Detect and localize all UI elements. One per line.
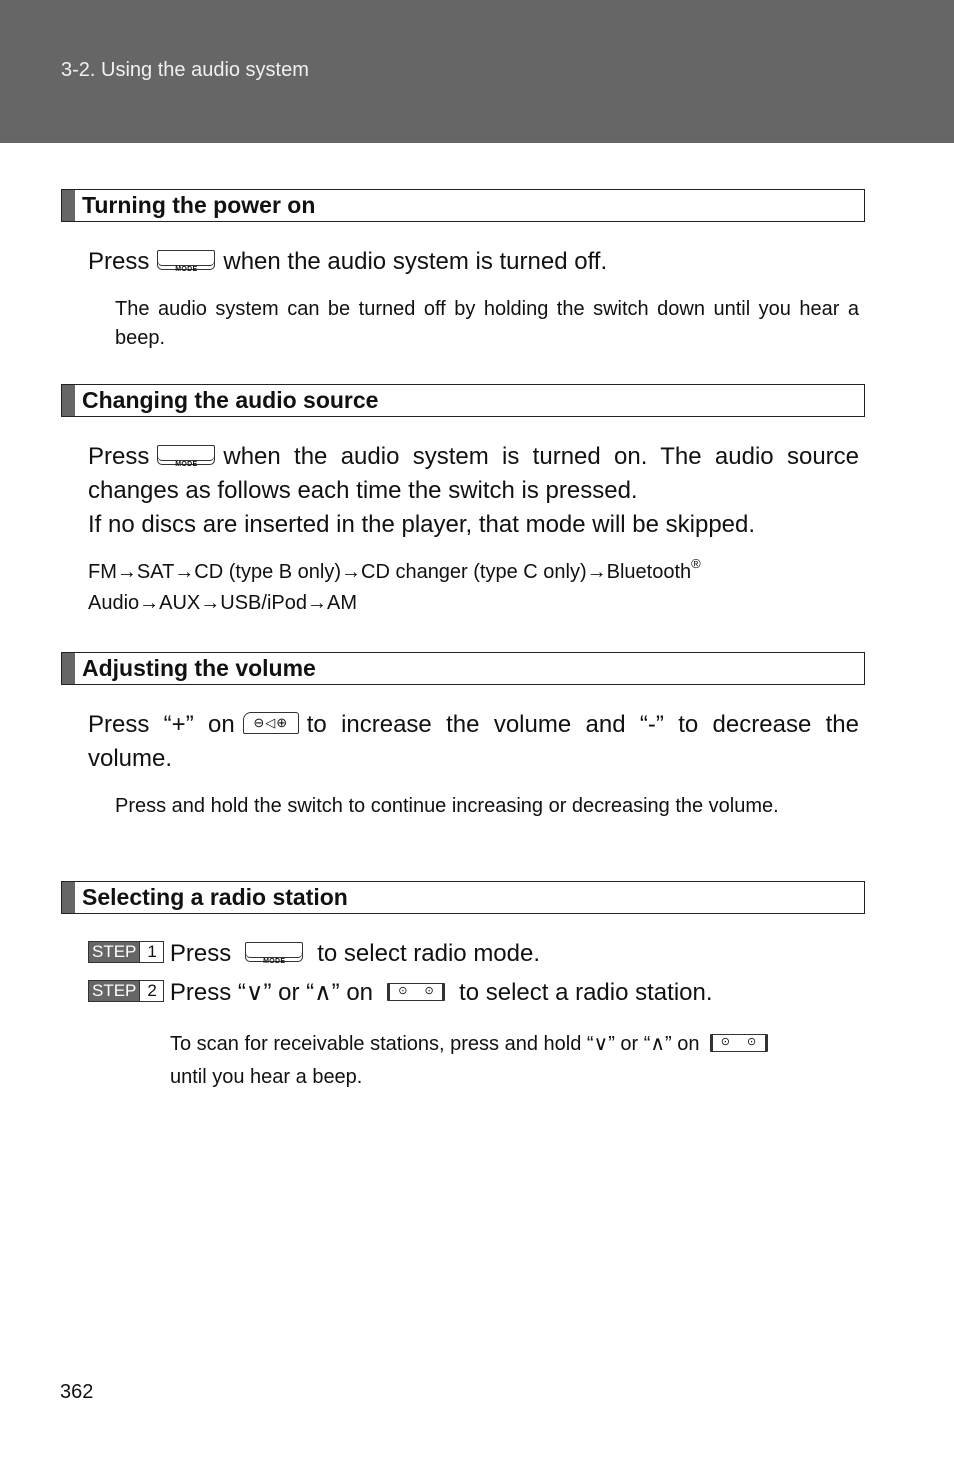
step-1: STEP 1 Press MODE to select radio mode. xyxy=(88,937,540,971)
page-number: 362 xyxy=(60,1381,94,1403)
section-heading-power: Turning the power on xyxy=(61,189,865,222)
skip-note: If no discs are inserted in the player, … xyxy=(88,511,756,538)
section-heading-radio: Selecting a radio station xyxy=(61,881,865,914)
heading-bar xyxy=(62,190,75,221)
section-heading-volume: Adjusting the volume xyxy=(61,652,865,685)
seek-switch-icon: ⊙ ⊙ xyxy=(709,1033,768,1052)
header-bar: 3-2. Using the audio system xyxy=(0,0,954,143)
step-badge: STEP 1 xyxy=(88,940,164,963)
power-note: The audio system can be turned off by ho… xyxy=(115,298,859,349)
heading-bar xyxy=(62,653,75,684)
volume-switch-icon: ⊖◁⊕ xyxy=(242,711,299,734)
scan-note: To scan for receivable stations, press a… xyxy=(170,1028,860,1094)
section-heading-source: Changing the audio source xyxy=(61,384,865,417)
power-instruction: Press MODE when the audio system is turned… xyxy=(88,248,608,275)
source-instruction: Press MODE when the audio system is turned… xyxy=(88,443,859,538)
mode-button-icon: MODE xyxy=(157,249,216,273)
volume-note: Press and hold the switch to continue in… xyxy=(115,795,779,817)
chapter-title: 3-2. Using the audio system xyxy=(61,59,309,81)
section-title: Changing the audio source xyxy=(82,387,379,413)
volume-instruction: Press “+” on ⊖◁⊕ to increase the volume an… xyxy=(88,711,859,772)
mode-button-icon: MODE xyxy=(245,941,304,965)
step-2: STEP 2 Press “∨” or “∧” on ⊙ ⊙ to select a r… xyxy=(88,976,713,1010)
section-title: Turning the power on xyxy=(82,192,316,218)
section-title: Selecting a radio station xyxy=(82,884,348,910)
source-flow: FM→SAT→CD (type B only)→CD changer (type… xyxy=(88,556,701,614)
section-title: Adjusting the volume xyxy=(82,655,316,681)
seek-switch-icon: ⊙ ⊙ xyxy=(387,982,446,1001)
heading-bar xyxy=(62,385,75,416)
heading-bar xyxy=(62,882,75,913)
mode-button-icon: MODE xyxy=(157,444,216,468)
step-badge: STEP 2 xyxy=(88,979,164,1002)
